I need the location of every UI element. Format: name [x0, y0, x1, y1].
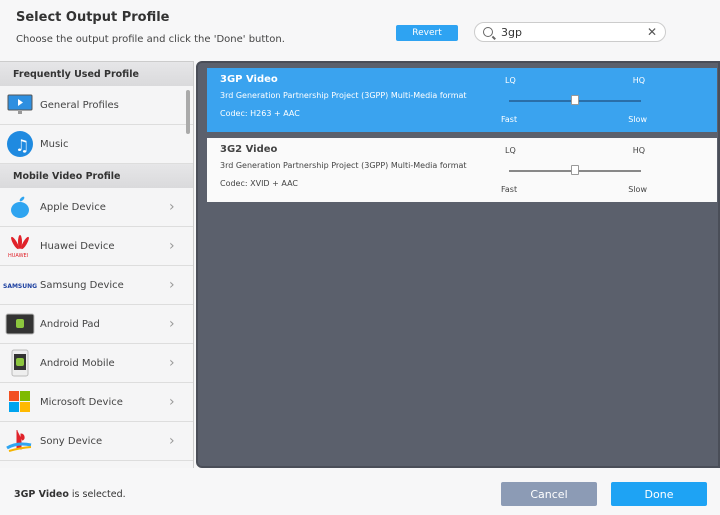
- chevron-right-icon: ›: [169, 355, 175, 371]
- quality-slider[interactable]: LQ HQ Fast Slow: [501, 146, 647, 194]
- monitor-icon: [0, 94, 40, 116]
- huawei-icon: HUAWEI: [0, 234, 40, 258]
- chevron-right-icon: ›: [169, 199, 175, 215]
- sidebar-item-general-profiles[interactable]: General Profiles: [0, 86, 193, 125]
- footer-bar: 3GP Video is selected. Cancel Done: [0, 470, 720, 515]
- chevron-right-icon: ›: [169, 316, 175, 332]
- slider-thumb[interactable]: [571, 165, 579, 175]
- playstation-icon: [0, 428, 40, 454]
- search-icon: [483, 27, 493, 37]
- quality-slider[interactable]: LQ HQ Fast Slow: [501, 76, 647, 124]
- sidebar-item-huawei[interactable]: HUAWEI Huawei Device ›: [0, 227, 193, 266]
- svg-text:♫: ♫: [15, 136, 29, 155]
- slider-thumb[interactable]: [571, 95, 579, 105]
- samsung-icon: SAMSUNG: [0, 280, 40, 290]
- sidebar-item-music[interactable]: ♫ Music: [0, 125, 193, 164]
- sidebar-item-sony[interactable]: Sony Device ›: [0, 422, 193, 461]
- selection-status: 3GP Video is selected.: [14, 489, 126, 500]
- profile-sidebar: Frequently Used Profile General Profiles…: [0, 61, 194, 468]
- profile-list-panel: 3GP Video 3rd Generation Partnership Pro…: [196, 61, 720, 468]
- svg-text:HUAWEI: HUAWEI: [8, 253, 28, 258]
- sidebar-item-apple[interactable]: Apple Device ›: [0, 188, 193, 227]
- section-mobile-video: Mobile Video Profile: [0, 164, 193, 188]
- profile-card-3g2[interactable]: 3G2 Video 3rd Generation Partnership Pro…: [207, 138, 717, 202]
- section-frequently-used: Frequently Used Profile: [0, 62, 193, 86]
- sidebar-item-android-mobile[interactable]: Android Mobile ›: [0, 344, 193, 383]
- chevron-right-icon: ›: [169, 277, 175, 293]
- apple-icon: [0, 195, 40, 219]
- music-icon: ♫: [0, 130, 40, 158]
- svg-text:SAMSUNG: SAMSUNG: [3, 283, 37, 290]
- sidebar-item-samsung[interactable]: SAMSUNG Samsung Device ›: [0, 266, 193, 305]
- cancel-button[interactable]: Cancel: [501, 482, 597, 506]
- sidebar-item-microsoft[interactable]: Microsoft Device ›: [0, 383, 193, 422]
- chevron-right-icon: ›: [169, 394, 175, 410]
- search-input[interactable]: 3gp ✕: [474, 22, 666, 42]
- page-subtitle: Choose the output profile and click the …: [16, 34, 285, 45]
- chevron-right-icon: ›: [169, 433, 175, 449]
- android-mobile-icon: [0, 349, 40, 377]
- sidebar-scrollbar[interactable]: [186, 90, 190, 134]
- clear-icon[interactable]: ✕: [647, 25, 657, 39]
- revert-button[interactable]: Revert: [396, 25, 458, 41]
- microsoft-icon: [0, 391, 40, 413]
- search-value[interactable]: 3gp: [501, 26, 647, 39]
- chevron-right-icon: ›: [169, 238, 175, 254]
- page-title: Select Output Profile: [16, 10, 170, 25]
- android-pad-icon: [0, 313, 40, 335]
- sidebar-item-android-pad[interactable]: Android Pad ›: [0, 305, 193, 344]
- done-button[interactable]: Done: [611, 482, 707, 506]
- profile-card-3gp[interactable]: 3GP Video 3rd Generation Partnership Pro…: [207, 68, 717, 132]
